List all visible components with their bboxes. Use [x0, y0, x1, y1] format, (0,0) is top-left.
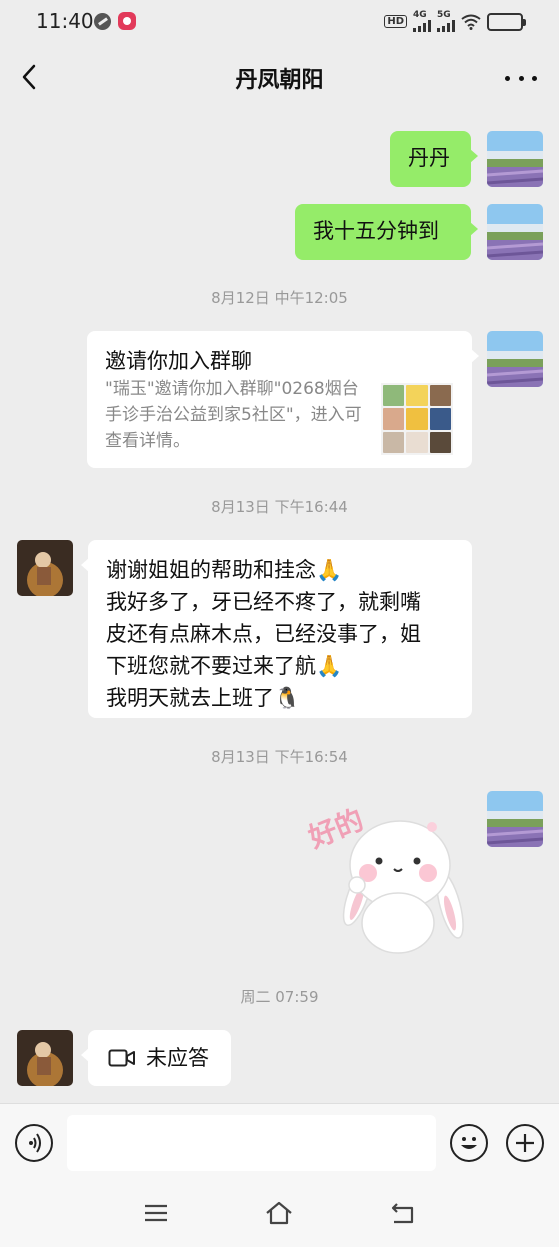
- app-notification-icon: [118, 12, 136, 30]
- contact-avatar[interactable]: [17, 1030, 73, 1086]
- contact-avatar[interactable]: [17, 540, 73, 596]
- status-indicators: HD 4G 5G: [384, 11, 526, 32]
- call-status-text: 未应答: [146, 1046, 209, 1070]
- received-message[interactable]: 谢谢姐姐的帮助和挂念🙏 我好多了，牙已经不疼了，就剩嘴 皮还有点麻木点，已经没事…: [81, 540, 472, 718]
- app-notification-icon: [94, 13, 111, 30]
- network-5g-icon: 5G: [437, 11, 455, 32]
- system-nav-bar: [0, 1183, 559, 1247]
- group-invite-card[interactable]: 邀请你加入群聊 "瑞玉"邀请你加入群聊"0268烟台手诊手治公益到家5社区"，进…: [87, 331, 479, 468]
- message-line: 谢谢姐姐的帮助和挂念🙏: [106, 558, 343, 582]
- input-bar: [0, 1103, 559, 1183]
- message-text: 我十五分钟到: [313, 219, 439, 243]
- bunny-sticker[interactable]: 好的: [300, 795, 470, 960]
- sent-message[interactable]: 我十五分钟到: [295, 204, 478, 260]
- my-avatar[interactable]: [487, 204, 543, 260]
- message-line: 我好多了，牙已经不疼了，就剩嘴: [106, 590, 421, 614]
- status-time: 11:40: [36, 9, 94, 33]
- menu-icon[interactable]: [141, 1199, 171, 1227]
- back-nav-icon[interactable]: [388, 1199, 418, 1227]
- group-avatar-grid: [381, 383, 453, 455]
- battery-icon: [487, 12, 526, 31]
- my-avatar[interactable]: [487, 331, 543, 387]
- wifi-icon: [461, 14, 481, 30]
- invite-description: "瑞玉"邀请你加入群聊"0268烟台手诊手治公益到家5社区"，进入可查看详情。: [105, 379, 362, 451]
- chat-title: 丹凤朝阳: [235, 68, 324, 93]
- net-label: 4G: [413, 10, 427, 20]
- my-avatar[interactable]: [487, 791, 543, 847]
- message-timestamp: 8月13日 下午16:54: [211, 748, 348, 766]
- chat-header: 丹凤朝阳: [0, 44, 559, 110]
- missed-video-call[interactable]: 未应答: [81, 1030, 231, 1086]
- message-text: 谢谢姐姐的帮助和挂念🙏 我好多了，牙已经不疼了，就剩嘴 皮还有点麻木点，已经没事…: [106, 554, 462, 714]
- network-4g-icon: 4G: [413, 11, 431, 32]
- net-label: 5G: [437, 10, 451, 20]
- message-line: 下班您就不要过来了航🙏: [106, 654, 343, 678]
- home-icon[interactable]: [264, 1199, 294, 1227]
- message-input[interactable]: [67, 1115, 436, 1171]
- message-timestamp: 8月12日 中午12:05: [211, 289, 348, 307]
- emoji-icon[interactable]: [450, 1124, 488, 1162]
- message-line: 皮还有点麻木点，已经没事了，姐: [106, 622, 421, 646]
- message-timestamp: 8月13日 下午16:44: [211, 498, 348, 516]
- voice-icon[interactable]: [15, 1124, 53, 1162]
- plus-icon[interactable]: [506, 1124, 544, 1162]
- message-line: 我明天就去上班了🐧: [106, 686, 301, 710]
- message-text: 丹丹: [408, 146, 450, 170]
- my-avatar[interactable]: [487, 131, 543, 187]
- sent-message[interactable]: 丹丹: [390, 131, 478, 187]
- message-timestamp: 周二 07:59: [240, 988, 319, 1006]
- invite-title: 邀请你加入群聊: [105, 349, 252, 373]
- hd-badge: HD: [384, 15, 407, 28]
- video-camera-icon: [108, 1049, 135, 1067]
- status-bar: 11:40 HD 4G 5G: [0, 0, 559, 44]
- more-dots-icon[interactable]: [505, 74, 537, 82]
